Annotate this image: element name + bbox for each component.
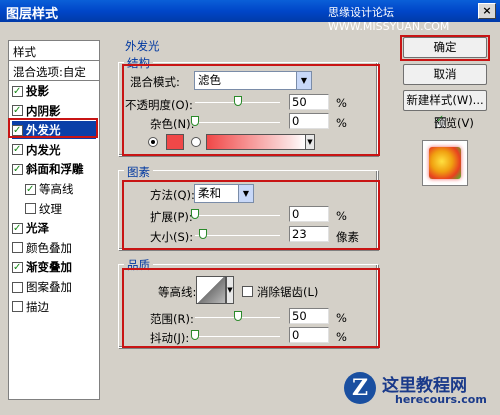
window-title: 图层样式	[6, 7, 59, 22]
outer-glow-title: 外发光	[122, 38, 163, 54]
style-item-checkbox[interactable]	[25, 203, 36, 215]
style-item-checkbox[interactable]	[25, 181, 36, 199]
style-item-8[interactable]: 光泽	[12, 219, 49, 238]
style-item-11[interactable]: 图案叠加	[12, 278, 72, 296]
style-item-1[interactable]: 投影	[12, 82, 49, 101]
close-button[interactable]: ×	[478, 3, 496, 19]
preview-swatch	[429, 147, 461, 179]
style-item-label: 等高线	[39, 182, 74, 196]
style-item-checkbox[interactable]	[12, 83, 23, 101]
style-preview	[422, 140, 468, 186]
style-item-9[interactable]: 颜色叠加	[12, 239, 72, 257]
style-item-label: 描边	[26, 299, 49, 314]
style-item-label: 纹理	[39, 201, 62, 216]
styles-header[interactable]: 样式	[9, 41, 99, 61]
style-item-checkbox[interactable]	[12, 102, 23, 120]
style-item-4[interactable]: 内发光	[12, 141, 61, 159]
site-logo-icon: Z	[344, 372, 376, 404]
style-item-label: 图案叠加	[26, 280, 72, 294]
highlight-structure	[122, 64, 380, 156]
style-item-label: 渐变叠加	[26, 260, 72, 275]
style-item-label: 颜色叠加	[26, 240, 72, 255]
preview-label: 预览(V)	[434, 116, 474, 130]
highlight-outer-glow	[8, 118, 98, 138]
highlight-elements	[122, 180, 380, 250]
elements-title: 图素	[124, 164, 153, 180]
style-item-checkbox[interactable]	[12, 301, 23, 313]
cancel-button[interactable]: 取消	[403, 64, 487, 85]
style-item-checkbox[interactable]	[12, 259, 23, 277]
style-item-checkbox[interactable]	[12, 220, 23, 238]
highlight-ok	[400, 35, 490, 61]
style-item-label: 内阴影	[26, 103, 61, 118]
blend-options-item[interactable]: 混合选项:自定	[9, 61, 99, 81]
style-item-7[interactable]: 纹理	[25, 200, 62, 218]
new-style-button[interactable]: 新建样式(W)...	[403, 90, 487, 111]
highlight-quality	[122, 268, 380, 348]
style-item-5[interactable]: 斜面和浮雕	[12, 160, 84, 179]
style-item-checkbox[interactable]	[12, 281, 23, 293]
style-item-label: 斜面和浮雕	[26, 162, 84, 177]
style-item-2[interactable]: 内阴影	[12, 102, 61, 120]
style-item-6[interactable]: 等高线	[25, 180, 74, 199]
styles-list: 样式 混合选项:自定 投影内阴影外发光内发光斜面和浮雕等高线纹理光泽颜色叠加渐变…	[8, 40, 100, 400]
style-item-label: 光泽	[26, 221, 49, 236]
site-url: herecours.com	[395, 393, 487, 406]
watermark-text: 思缘设计论坛 WWW.MISSYUAN.COM	[328, 6, 450, 33]
style-item-12[interactable]: 描边	[12, 298, 49, 316]
style-item-label: 内发光	[26, 142, 61, 157]
style-item-checkbox[interactable]	[12, 161, 23, 179]
style-item-10[interactable]: 渐变叠加	[12, 258, 72, 277]
style-item-checkbox[interactable]	[12, 242, 23, 254]
style-item-label: 投影	[26, 84, 49, 98]
style-item-checkbox[interactable]	[12, 141, 23, 159]
